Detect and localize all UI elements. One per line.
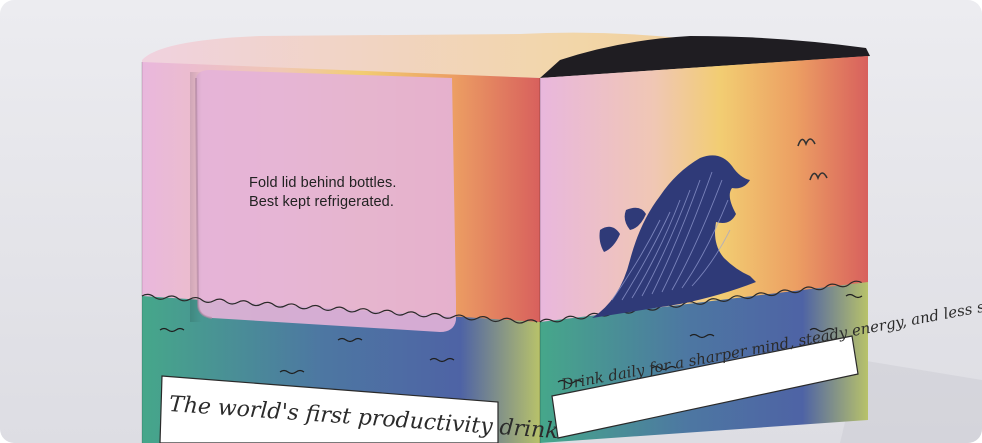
- instruction-text: Fold lid behind bottles. Best kept refri…: [249, 174, 397, 212]
- instruction-line-2: Best kept refrigerated.: [249, 194, 394, 210]
- product-box-scene: [0, 0, 982, 443]
- instruction-line-1: Fold lid behind bottles.: [249, 175, 397, 191]
- photo-frame: Fold lid behind bottles. Best kept refri…: [0, 0, 982, 443]
